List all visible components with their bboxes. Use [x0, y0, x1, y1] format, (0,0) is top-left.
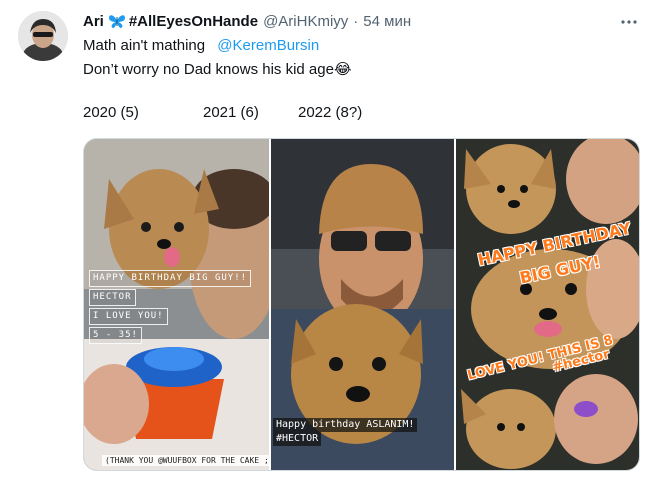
mention-link[interactable]: @KeremBursin	[217, 37, 319, 54]
overlay-line: I LOVE YOU!	[89, 308, 168, 325]
photo-panel-2021[interactable]: Happy birthday ASLANIM! #HECTOR	[268, 139, 454, 470]
user-handle[interactable]: @AriHKmiyy	[263, 13, 348, 30]
avatar-image	[18, 11, 68, 61]
tweet-header: Ari #AllEyesOnHande @AriHKmiyy · 54 мин	[83, 10, 411, 32]
more-horizontal-icon	[621, 20, 637, 24]
tweet-text: Don’t worry no Dad knows his kid age	[83, 61, 334, 78]
photo-panel-2022[interactable]: HAPPY BIRTHDAY BIG GUY! LOVE YOU! THIS I…	[453, 139, 639, 470]
photo-panel-2020[interactable]: HAPPY BIRTHDAY BIG GUY!! HECTOR I LOVE Y…	[84, 139, 269, 470]
tweet-text: Math ain't mathing	[83, 37, 206, 54]
overlay-line: HECTOR	[89, 289, 136, 306]
tweet-text-line-2: Don’t worry no Dad knows his kid age😂	[83, 60, 351, 78]
butterfly-icon	[108, 13, 126, 29]
year-label: 2021 (6)	[203, 104, 259, 121]
thank-you-caption: (THANK YOU @WUUFBOX FOR THE CAKE ;)	[102, 455, 269, 466]
year-label: 2020 (5)	[83, 104, 139, 121]
birthday-overlay-text: HAPPY BIRTHDAY BIG GUY!! HECTOR I LOVE Y…	[89, 269, 269, 345]
tweet-text-line-1: Math ain't mathing @KeremBursin	[83, 37, 319, 54]
separator-dot: ·	[353, 12, 359, 30]
avatar[interactable]	[18, 11, 68, 61]
timestamp[interactable]: 54 мин	[363, 13, 411, 30]
display-name-tag[interactable]: #AllEyesOnHande	[129, 13, 258, 30]
year-label: 2022 (8?)	[298, 104, 363, 121]
overlay-line: 5 - 35!	[89, 327, 142, 344]
overlay-line: HAPPY BIRTHDAY BIG GUY!!	[89, 270, 252, 287]
birthday-overlay-text: Happy birthday ASLANIM! #HECTOR	[272, 418, 418, 446]
display-name[interactable]: Ari	[83, 13, 104, 30]
laughing-emoji: 😂	[333, 61, 352, 78]
media-gallery[interactable]: HAPPY BIRTHDAY BIG GUY!! HECTOR I LOVE Y…	[83, 138, 640, 471]
tweet[interactable]: Ari #AllEyesOnHande @AriHKmiyy · 54 мин …	[0, 0, 659, 480]
overlay-line: Happy birthday ASLANIM!	[272, 418, 418, 432]
photo-collage	[455, 139, 639, 470]
overlay-line: #HECTOR	[272, 432, 322, 446]
more-options-button[interactable]	[618, 12, 640, 32]
